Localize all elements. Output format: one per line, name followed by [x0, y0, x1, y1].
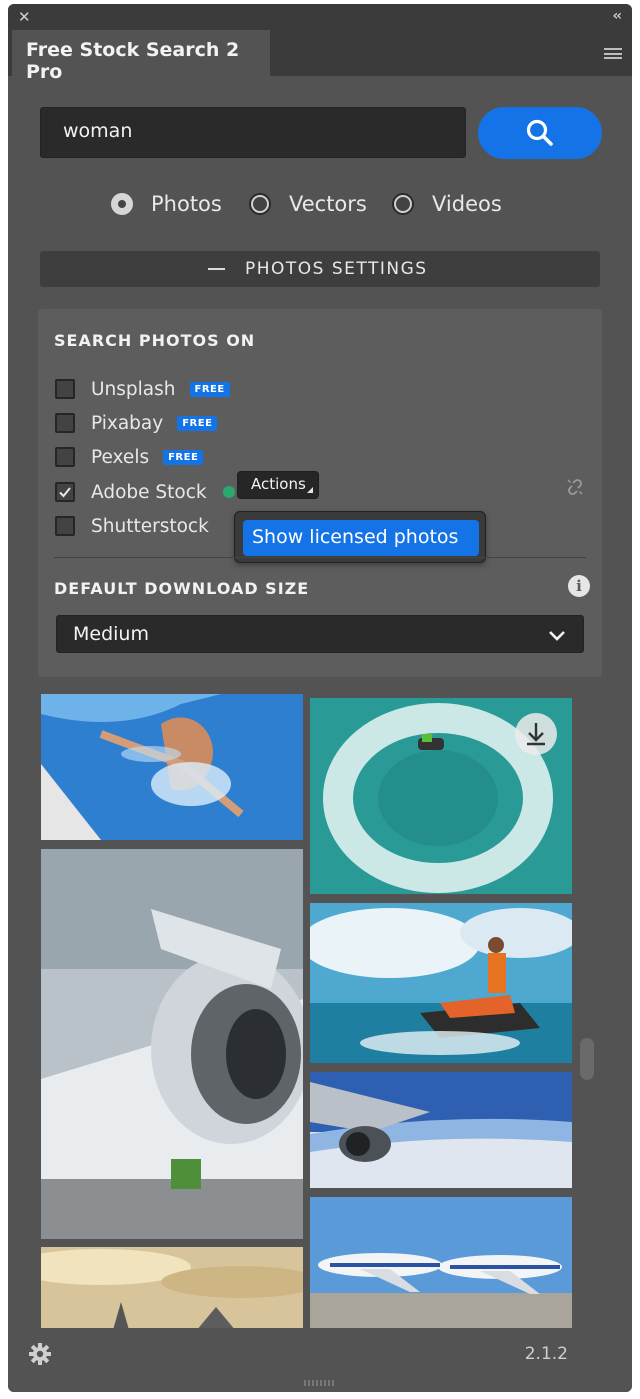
actions-menu: Show licensed photos [234, 511, 486, 563]
result-thumbnail[interactable] [41, 849, 303, 1239]
result-thumbnail[interactable] [41, 694, 303, 840]
dropdown-corner-icon [307, 487, 313, 493]
settings-section: SEARCH PHOTOS ON Unsplash FREE Pixabay F… [38, 309, 602, 677]
checkbox-pixabay[interactable] [55, 413, 75, 433]
search-input[interactable]: woman [40, 107, 466, 158]
radio-button-vectors[interactable] [249, 193, 271, 215]
radio-button-photos[interactable] [111, 193, 133, 215]
source-pixabay[interactable]: Pixabay FREE [55, 411, 218, 435]
panel-title: Free Stock Search 2 Pro [26, 39, 240, 83]
footer: 2.1.2 [8, 1328, 632, 1392]
free-badge: FREE [163, 449, 204, 465]
search-on-heading: SEARCH PHOTOS ON [54, 331, 256, 350]
download-button[interactable] [515, 713, 557, 755]
radio-button-videos[interactable] [392, 193, 414, 215]
radio-videos[interactable]: Videos [392, 192, 502, 216]
free-badge: FREE [177, 415, 218, 431]
panel-menu-icon[interactable] [604, 48, 622, 59]
scrollbar-thumb[interactable] [580, 1038, 594, 1080]
source-label-unsplash: Unsplash [91, 378, 176, 400]
source-shutterstock[interactable]: Shutterstock [55, 514, 209, 538]
collapse-icon[interactable]: ‹‹ [612, 8, 621, 24]
checkbox-unsplash[interactable] [55, 379, 75, 399]
source-label-pexels: Pexels [91, 446, 150, 468]
result-thumbnail[interactable] [310, 1197, 572, 1328]
radio-label-videos: Videos [432, 192, 502, 216]
search-icon [526, 119, 553, 146]
result-thumbnail[interactable] [41, 1247, 303, 1328]
photos-settings-toggle[interactable]: PHOTOS SETTINGS [40, 251, 600, 287]
download-size-select[interactable]: Medium [56, 615, 584, 653]
source-label-pixabay: Pixabay [91, 412, 164, 434]
unlink-icon[interactable] [565, 477, 585, 497]
result-thumbnail[interactable] [310, 1072, 572, 1188]
title-bar: ✕ ‹‹ [8, 4, 632, 30]
info-icon[interactable]: i [568, 575, 590, 597]
source-adobe-stock[interactable]: Adobe Stock [55, 480, 235, 504]
photos-settings-label: PHOTOS SETTINGS [245, 259, 428, 279]
download-icon [527, 723, 545, 746]
search-button[interactable] [478, 107, 602, 159]
actions-label: Actions [251, 475, 306, 493]
plugin-panel: ✕ ‹‹ Free Stock Search 2 Pro woman Photo… [8, 4, 632, 1392]
checkmark-icon [59, 487, 71, 498]
version-label: 2.1.2 [524, 1344, 568, 1364]
download-size-heading: DEFAULT DOWNLOAD SIZE [54, 579, 310, 598]
download-size-value: Medium [73, 623, 149, 645]
source-label-adobe-stock: Adobe Stock [91, 481, 207, 503]
source-unsplash[interactable]: Unsplash FREE [55, 377, 230, 401]
resize-grip[interactable] [304, 1380, 336, 1386]
chevron-down-icon [549, 631, 565, 641]
checkbox-shutterstock[interactable] [55, 516, 75, 536]
source-pexels[interactable]: Pexels FREE [55, 445, 204, 469]
source-label-shutterstock: Shutterstock [91, 515, 209, 537]
checkbox-adobe-stock[interactable] [55, 482, 75, 502]
result-thumbnail[interactable] [310, 903, 572, 1063]
free-badge: FREE [189, 381, 230, 397]
show-licensed-photos-item[interactable]: Show licensed photos [243, 520, 479, 556]
tab-row: Free Stock Search 2 Pro [8, 30, 632, 83]
radio-label-vectors: Vectors [289, 192, 367, 216]
radio-vectors[interactable]: Vectors [249, 192, 367, 216]
actions-button[interactable]: Actions [237, 471, 319, 499]
gear-icon[interactable] [28, 1342, 52, 1366]
results-grid [8, 692, 632, 1328]
connected-status-dot [222, 486, 235, 498]
radio-label-photos: Photos [151, 192, 222, 216]
section-divider [54, 557, 586, 558]
collapse-minus-icon [208, 268, 225, 270]
radio-photos[interactable]: Photos [111, 192, 222, 216]
tab-free-stock-search[interactable]: Free Stock Search 2 Pro [12, 30, 270, 83]
close-icon[interactable]: ✕ [18, 8, 31, 26]
checkbox-pexels[interactable] [55, 447, 75, 467]
